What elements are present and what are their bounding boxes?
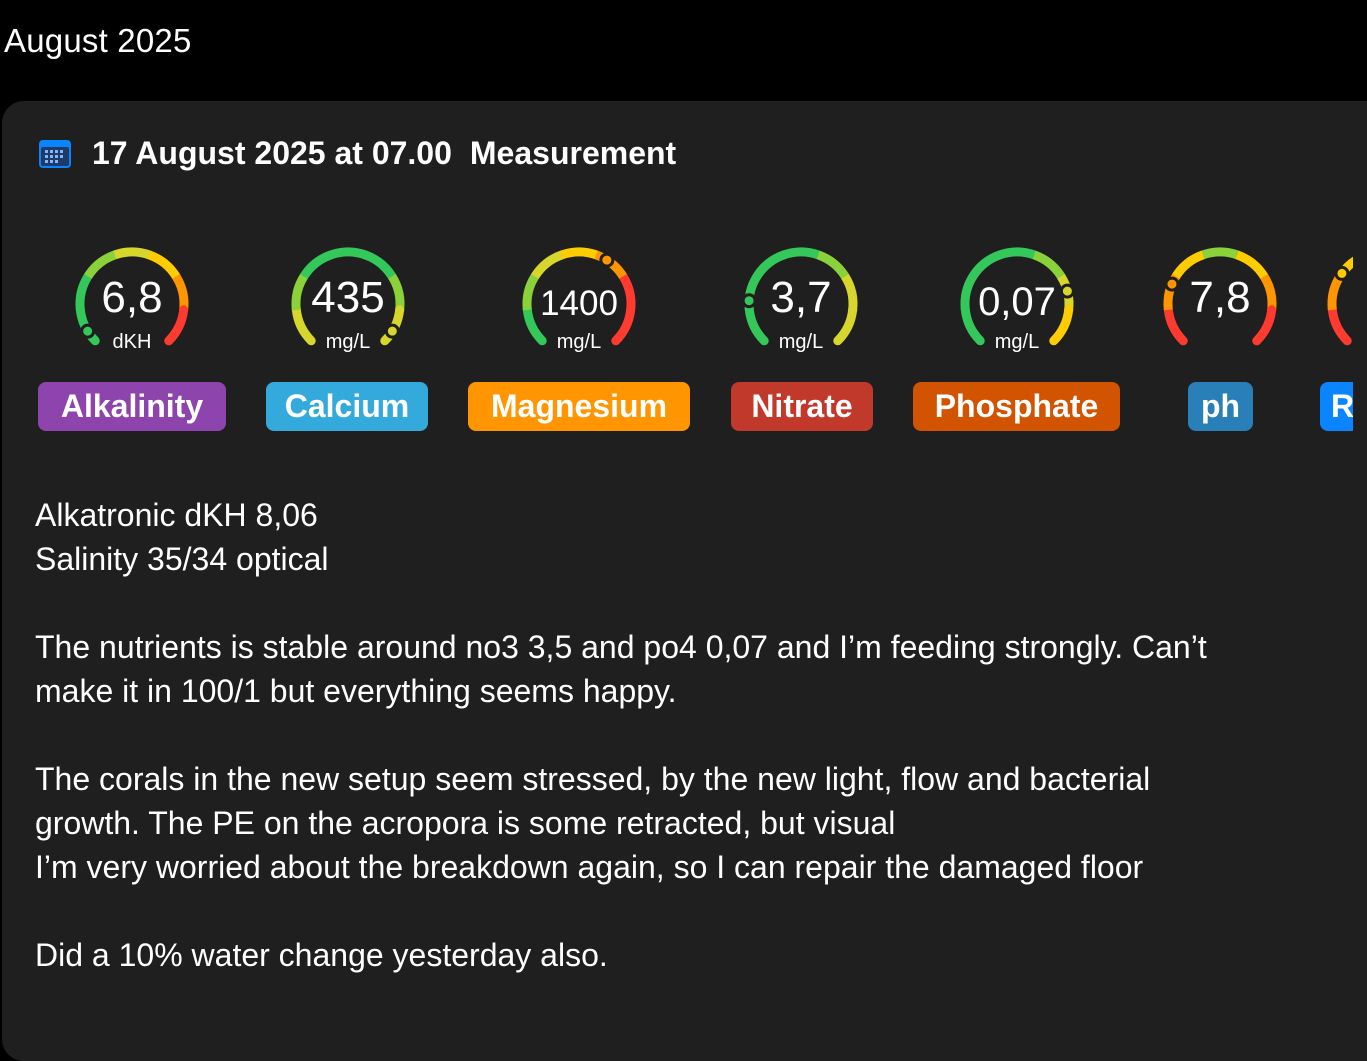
note-line: The corals in the new setup seem stresse… xyxy=(35,761,1151,797)
gauge-value: 7,8 xyxy=(1189,273,1251,322)
entry-notes: Alkatronic dKH 8,06 Salinity 35/34 optic… xyxy=(35,493,1325,977)
gauge-arc-segment xyxy=(1201,247,1240,260)
badge-calcium[interactable]: Calcium xyxy=(266,382,428,431)
gauge-calcium[interactable]: 435 mg/L xyxy=(286,242,410,366)
gauge-indicator-dot xyxy=(599,252,615,268)
gauge-nitrate[interactable]: 3,7 mg/L xyxy=(739,242,863,366)
gauge-unit: mg/L xyxy=(325,331,371,353)
note-line: The nutrients is stable around no3 3,5 a… xyxy=(35,629,1207,665)
gauge-arc-segment xyxy=(969,250,1003,279)
journal-entry-card[interactable]: 17 August 2025 at 07.00 Measurement 6,8 … xyxy=(2,101,1367,1061)
gauge-unit: dKH xyxy=(112,331,152,353)
gauge-value: 6,8 xyxy=(101,273,163,322)
gauge-arc-segment xyxy=(560,247,599,260)
gauge-value: 435 xyxy=(311,273,385,322)
note-line: Alkatronic dKH 8,06 xyxy=(35,497,318,533)
gauge-alkalinity[interactable]: 6,8 dKH xyxy=(70,242,194,366)
gauge-magnesium[interactable]: 1400 mg/L xyxy=(517,242,641,366)
gauge-arc-segment xyxy=(998,247,1037,260)
gauge-phosphate[interactable]: 0,07 mg/L xyxy=(955,242,1079,366)
gauge-value: 0,07 xyxy=(978,280,1056,324)
note-line: Salinity 35/34 optical xyxy=(35,541,329,577)
gauge-ph[interactable]: 7,8 xyxy=(1158,242,1282,366)
badge-phosphate[interactable]: Phosphate xyxy=(913,382,1120,431)
parameter-gauges: 6,8 dKH 435 mg/L 1400 mg/L 3,7 mg/L 0,07… xyxy=(2,101,1353,441)
badge-alkalinity[interactable]: Alkalinity xyxy=(38,382,226,431)
gauge-unit: mg/L xyxy=(778,331,824,353)
month-header: August 2025 xyxy=(4,22,192,59)
badge-nitrate[interactable]: Nitrate xyxy=(731,382,873,431)
gauge-arc-segment xyxy=(113,247,152,260)
badge-partial[interactable]: R xyxy=(1320,382,1353,431)
badge-ph[interactable]: ph xyxy=(1188,382,1253,431)
note-line: Did a 10% water change yesterday also. xyxy=(35,937,608,973)
gauge-value: 1400 xyxy=(540,284,618,323)
gauge-unit: mg/L xyxy=(556,331,602,353)
note-line: I’m very worried about the breakdown aga… xyxy=(35,849,1144,885)
note-line: make it in 100/1 but everything seems ha… xyxy=(35,673,677,709)
gauge-arc-segment xyxy=(329,247,368,260)
badge-magnesium[interactable]: Magnesium xyxy=(468,382,690,431)
gauge-arc-segment xyxy=(782,247,821,260)
gauge-value: 3 xyxy=(1322,276,1353,320)
note-line: growth. The PE on the acropora is some r… xyxy=(35,805,896,841)
gauge-unit: mg/L xyxy=(994,331,1040,353)
gauge-arc-segment xyxy=(531,250,565,279)
gauge-arc-segment xyxy=(1032,250,1066,280)
gauge-partial[interactable]: 3 xyxy=(1322,242,1353,366)
gauge-value: 3,7 xyxy=(770,273,832,322)
